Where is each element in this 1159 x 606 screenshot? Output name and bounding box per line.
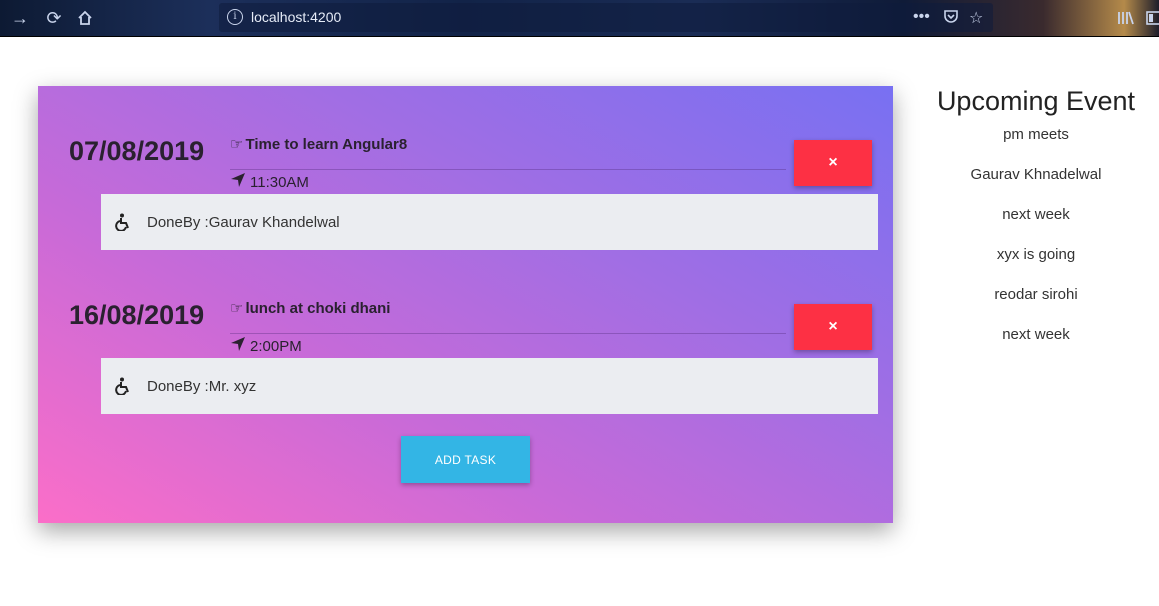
pointing-hand-icon: ☞	[230, 300, 244, 317]
task-time-text: 2:00PM	[250, 337, 302, 355]
done-by-text: DoneBy :Gaurav Khandelwal	[147, 213, 340, 231]
task-time-text: 11:30AM	[250, 173, 309, 191]
forward-icon[interactable]: →	[10, 7, 30, 29]
event-item: xyx is going	[996, 246, 1076, 263]
upcoming-events-title: Upcoming Event	[936, 86, 1136, 116]
event-item: Gaurav Khnadelwal	[970, 166, 1102, 183]
task-title-text: lunch at choki dhani	[245, 299, 391, 317]
task-title: ☞ Time to learn Angular8	[230, 135, 408, 154]
browser-toolbar: → ⟳ i localhost:4200 ••• ☆	[0, 0, 1159, 37]
url-text[interactable]: localhost:4200	[251, 9, 341, 25]
delete-task-button[interactable]: ×	[794, 140, 872, 186]
done-by-panel: DoneBy :Gaurav Khandelwal	[101, 194, 878, 250]
divider	[230, 333, 786, 334]
upcoming-events: Upcoming Event pm meets Gaurav Khnadelwa…	[915, 86, 1157, 365]
location-arrow-icon	[230, 336, 246, 356]
task-time: 11:30AM	[230, 172, 309, 192]
done-by-text: DoneBy :Mr. xyz	[147, 377, 257, 395]
event-item: pm meets	[1003, 126, 1069, 143]
done-by-panel: DoneBy :Mr. xyz	[101, 358, 878, 414]
task-date: 16/08/2019	[69, 300, 205, 330]
delete-task-button[interactable]: ×	[794, 304, 872, 350]
library-icon[interactable]	[1116, 7, 1136, 29]
add-task-button[interactable]: ADD TASK	[401, 436, 530, 483]
task-title-text: Time to learn Angular8	[245, 135, 408, 153]
wheelchair-icon	[115, 377, 137, 395]
sidebar-icon[interactable]	[1146, 7, 1159, 29]
task-date: 07/08/2019	[69, 136, 205, 166]
site-info-icon[interactable]: i	[227, 9, 243, 25]
reload-icon[interactable]: ⟳	[44, 7, 64, 29]
location-arrow-icon	[230, 172, 246, 192]
pointing-hand-icon: ☞	[230, 136, 244, 153]
address-bar[interactable]: i localhost:4200 ••• ☆	[219, 3, 993, 32]
task-time: 2:00PM	[230, 336, 302, 356]
task-title: ☞ lunch at choki dhani	[230, 299, 391, 318]
home-icon[interactable]	[75, 7, 95, 29]
bookmark-star-icon[interactable]: ☆	[969, 8, 983, 28]
page-actions-icon[interactable]: •••	[913, 8, 930, 26]
event-item: next week	[1002, 206, 1070, 223]
event-item: reodar sirohi	[994, 286, 1078, 303]
task-card: 07/08/2019 ☞ Time to learn Angular8 11:3…	[38, 86, 893, 523]
pocket-icon[interactable]	[943, 8, 959, 29]
task-item: 16/08/2019 ☞ lunch at choki dhani 2:00PM…	[38, 250, 893, 414]
task-item: 07/08/2019 ☞ Time to learn Angular8 11:3…	[38, 86, 893, 250]
event-item: next week	[1002, 326, 1070, 343]
wheelchair-icon	[115, 213, 137, 231]
divider	[230, 169, 786, 170]
